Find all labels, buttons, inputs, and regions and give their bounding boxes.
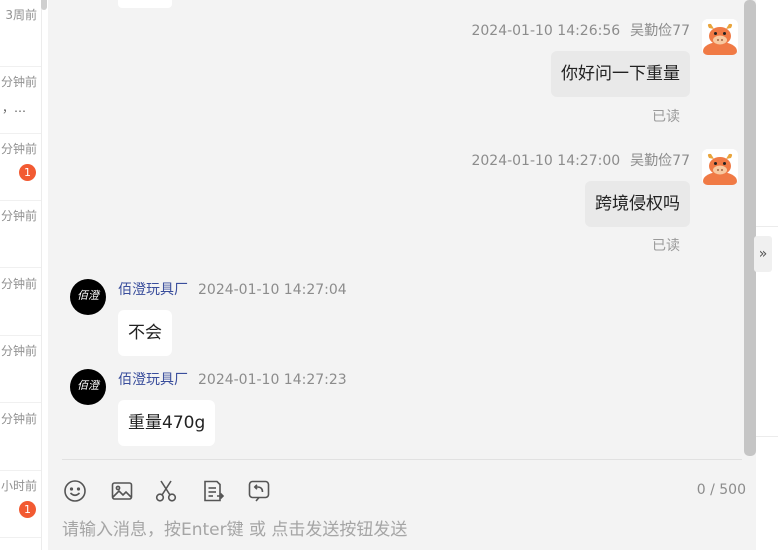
message-sender[interactable]: 佰澄玩具厂 — [118, 372, 188, 388]
message-bubble-outgoing[interactable]: 跨境侵权吗 — [585, 181, 690, 227]
conversation-time: 分钟前 — [0, 75, 37, 89]
message-bubble-incoming[interactable]: 不会 — [118, 310, 172, 356]
order-icon[interactable] — [200, 478, 226, 504]
read-status: 已读 — [652, 109, 680, 125]
conversation-item[interactable]: 小时前 1 — [0, 471, 41, 538]
user-avatar[interactable] — [702, 149, 738, 185]
conversation-time: 分钟前 — [0, 209, 37, 223]
image-icon[interactable] — [109, 478, 135, 504]
conversation-item[interactable]: 分钟前 1 — [0, 134, 41, 201]
cow-avatar-icon — [702, 19, 738, 55]
message-sender: 吴勤俭77 — [630, 23, 690, 39]
shop-avatar[interactable]: 佰澄 — [70, 279, 106, 315]
conversation-item[interactable]: 分钟前 — [0, 336, 41, 403]
conversation-item[interactable]: 分钟前 — [0, 269, 41, 336]
unread-badge: 1 — [19, 501, 36, 518]
message-meta: 2024-01-10 14:27:00 吴勤俭77 — [471, 150, 690, 170]
shop-avatar[interactable]: 佰澄 — [70, 369, 106, 405]
conversation-preview: ，… — [1, 101, 26, 115]
recall-icon[interactable] — [246, 478, 272, 504]
message-time: 2024-01-10 14:27:00 — [471, 153, 621, 169]
message-sender: 吴勤俭77 — [630, 153, 690, 169]
list-scrollbar[interactable] — [41, 0, 47, 10]
message-meta: 2024-01-10 14:26:56 吴勤俭77 — [471, 20, 690, 40]
emoji-icon[interactable] — [62, 478, 88, 504]
expand-panel-button[interactable]: » — [754, 236, 772, 272]
conversation-time: 小时前 — [0, 479, 37, 493]
scissors-icon[interactable] — [153, 478, 179, 504]
message-meta: 佰澄玩具厂 2024-01-10 14:27:04 — [118, 279, 347, 299]
message-input[interactable] — [62, 515, 722, 545]
char-counter: 0 / 500 — [696, 482, 746, 498]
message-bubble-incoming[interactable]: 重量470g — [118, 400, 216, 446]
cow-avatar-icon — [702, 149, 738, 185]
shop-avatar-logo: 佰澄 — [77, 289, 99, 302]
message-time: 2024-01-10 14:27:04 — [198, 282, 347, 298]
message-area: 2024-01-10 14:26:56 吴勤俭77 你好问一下重量 已读 2024… — [48, 0, 756, 550]
message-scrollbar[interactable] — [744, 0, 756, 456]
user-avatar[interactable] — [702, 19, 738, 55]
divider — [756, 436, 778, 437]
conversation-time: 分钟前 — [0, 142, 37, 156]
conversation-time: 分钟前 — [0, 412, 37, 426]
conversation-time: 分钟前 — [0, 344, 37, 358]
conversation-item[interactable]: 分钟前 — [0, 404, 41, 471]
conversation-item[interactable]: 分钟前 ，… — [0, 67, 41, 134]
conversation-item[interactable]: 3周前 — [0, 0, 41, 67]
read-status: 已读 — [652, 238, 680, 254]
shop-avatar-logo: 佰澄 — [77, 379, 99, 392]
composer-divider — [62, 459, 742, 460]
conversation-item[interactable]: 分钟前 — [0, 201, 41, 268]
message-sender[interactable]: 佰澄玩具厂 — [118, 282, 188, 298]
message-time: 2024-01-10 14:26:56 — [471, 23, 621, 39]
unread-badge: 1 — [19, 164, 36, 181]
message-time: 2024-01-10 14:27:23 — [198, 372, 347, 388]
conversation-time: 分钟前 — [0, 277, 37, 291]
conversation-time: 3周前 — [5, 8, 37, 22]
divider — [756, 226, 778, 227]
previous-message-bubble — [118, 0, 172, 8]
message-meta: 佰澄玩具厂 2024-01-10 14:27:23 — [118, 369, 347, 389]
message-bubble-outgoing[interactable]: 你好问一下重量 — [551, 51, 690, 97]
side-panel-edge — [756, 0, 778, 550]
conversation-list[interactable]: 3周前 分钟前 ，… 分钟前 1 分钟前 分钟前 分钟前 分钟前 小时前 1 — [0, 0, 42, 550]
chat-window: 3周前 分钟前 ，… 分钟前 1 分钟前 分钟前 分钟前 分钟前 小时前 1 2… — [0, 0, 778, 550]
